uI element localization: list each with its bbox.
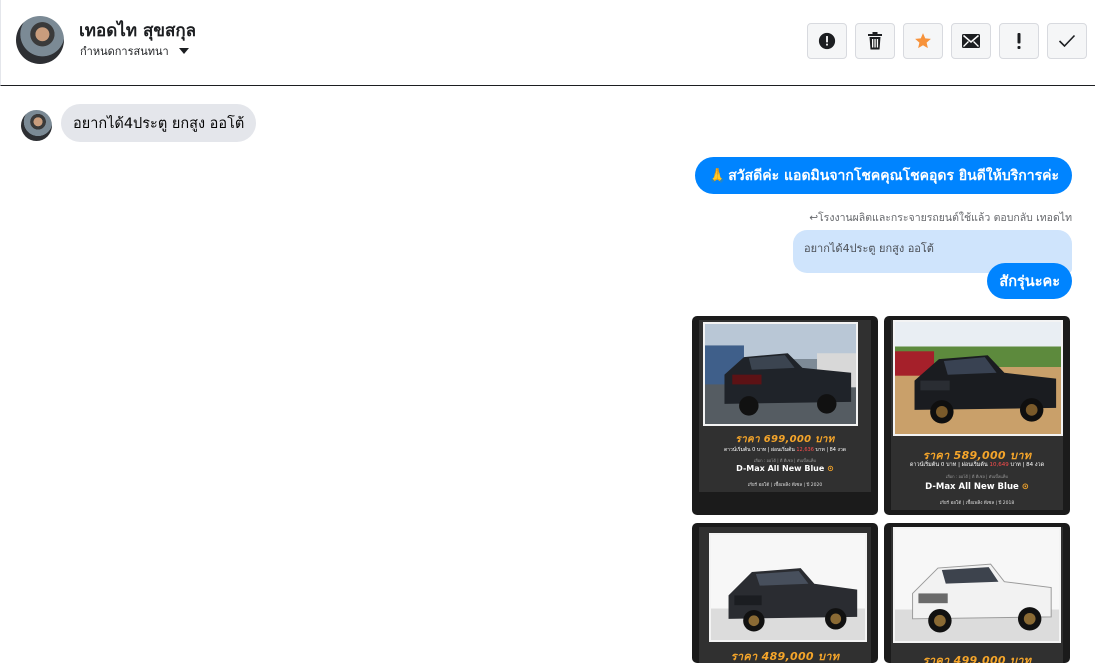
contact-name[interactable]: เทอดไท สุขสกุล (79, 17, 196, 44)
car-tags: เลือก : ออโต้ | ดี ดีเซล | ดับเบิ้ลแค็บ (945, 474, 1009, 479)
conversation-schedule-dropdown[interactable]: กำหนดการสนทนา (80, 42, 189, 60)
contact-avatar[interactable] (16, 16, 64, 64)
envelope-icon (962, 34, 980, 48)
car-price: ราคา 499,000 บาท (922, 654, 1032, 663)
mark-unread-button[interactable] (951, 23, 991, 59)
pickup-truck-image (728, 568, 858, 632)
conversation-schedule-label: กำหนดการสนทนา (80, 45, 169, 58)
header-actions (807, 23, 1087, 59)
delete-button[interactable] (855, 23, 895, 59)
car-price: ราคา 699,000 บาท (735, 434, 835, 445)
mark-done-button[interactable] (1047, 23, 1087, 59)
car-model: D-Max All New Blue ⊙ (736, 464, 834, 473)
alert-circle-icon (818, 32, 836, 50)
car-listing-card[interactable]: ราคา 589,000 บาท ดาวน์เริ่มต้น 0 บาท | ผ… (884, 316, 1070, 515)
mark-spam-button[interactable] (807, 23, 847, 59)
check-icon (1058, 34, 1076, 48)
car-listing-card[interactable]: ราคา 499,000 บาท (884, 523, 1070, 663)
finance-terms: ดาวน์เริ่มต้น 0 บาท | ผ่อนเริ่มต้น 12,63… (723, 447, 847, 453)
finance-terms: ดาวน์เริ่มต้น 0 บาท | ผ่อนเริ่มต้น 10,64… (909, 462, 1045, 468)
car-specs: เกียร์ ออโต้ | เชื้อเพลิง ดีเซล | ปี 201… (939, 501, 1015, 506)
reply-arrow-icon: ↩ (809, 212, 819, 224)
sender-avatar[interactable] (21, 110, 52, 141)
praying-hands-icon: 🙏 (708, 167, 727, 184)
caret-down-icon (178, 48, 189, 54)
car-model: D-Max All New Blue ⊙ (925, 482, 1029, 492)
pickup-truck-image (912, 563, 1052, 633)
greeting-message-bubble: 🙏 สวัสดีค่ะ แอดมินจากโชคคุณโชคอุดร ยินดี… (694, 157, 1072, 194)
trash-icon (868, 32, 882, 50)
verified-icon: ⊙ (1021, 482, 1029, 492)
verified-icon: ⊙ (827, 464, 834, 473)
star-button[interactable] (903, 23, 943, 59)
car-listing-card[interactable]: ราคา 699,000 บาท ดาวน์เริ่มต้น 0 บาท | ผ… (692, 316, 878, 515)
star-icon (915, 33, 931, 49)
car-photo (703, 322, 858, 426)
pickup-truck-image (895, 351, 1057, 424)
car-photo (893, 527, 1061, 643)
card-content: ราคา 489,000 บาท (699, 527, 871, 663)
card-content: ราคา 499,000 บาท (891, 527, 1063, 663)
card-content: ราคา 699,000 บาท ดาวน์เริ่มต้น 0 บาท | ผ… (699, 320, 871, 492)
incoming-message-bubble: อยากได้4ประตู ยกสูง ออโต้ (61, 104, 257, 142)
card-content: ราคา 589,000 บาท ดาวน์เริ่มต้น 0 บาท | ผ… (891, 320, 1063, 510)
exclamation-icon (1017, 33, 1021, 49)
car-photo (893, 320, 1063, 436)
car-specs: เกียร์ ออโต้ | เชื้อเพลิง ดีเซล | ปี 202… (747, 483, 823, 488)
car-tags: เลือก : ออโต้ | ดี ดีเซล | ดับเบิ้ลแค็บ (753, 458, 817, 463)
follow-up-button[interactable] (999, 23, 1039, 59)
car-listing-card[interactable]: ราคา 489,000 บาท (692, 523, 878, 663)
greeting-text: สวัสดีค่ะ แอดมินจากโชคคุณโชคอุดร ยินดีให… (728, 167, 1059, 184)
reply-message-bubble: สักรุ่นะคะ (987, 263, 1072, 299)
pickup-truck-image (705, 345, 856, 416)
reply-indicator: ↩โรงงานผลิตและกระจายรถยนต์ใช้แล้ว ตอบกลั… (809, 209, 1072, 226)
chat-header: เทอดไท สุขสกุล กำหนดการสนทนา (0, 0, 1095, 86)
car-photo (709, 533, 867, 642)
reply-note-text: โรงงานผลิตและกระจายรถยนต์ใช้แล้ว ตอบกลับ… (818, 212, 1072, 224)
